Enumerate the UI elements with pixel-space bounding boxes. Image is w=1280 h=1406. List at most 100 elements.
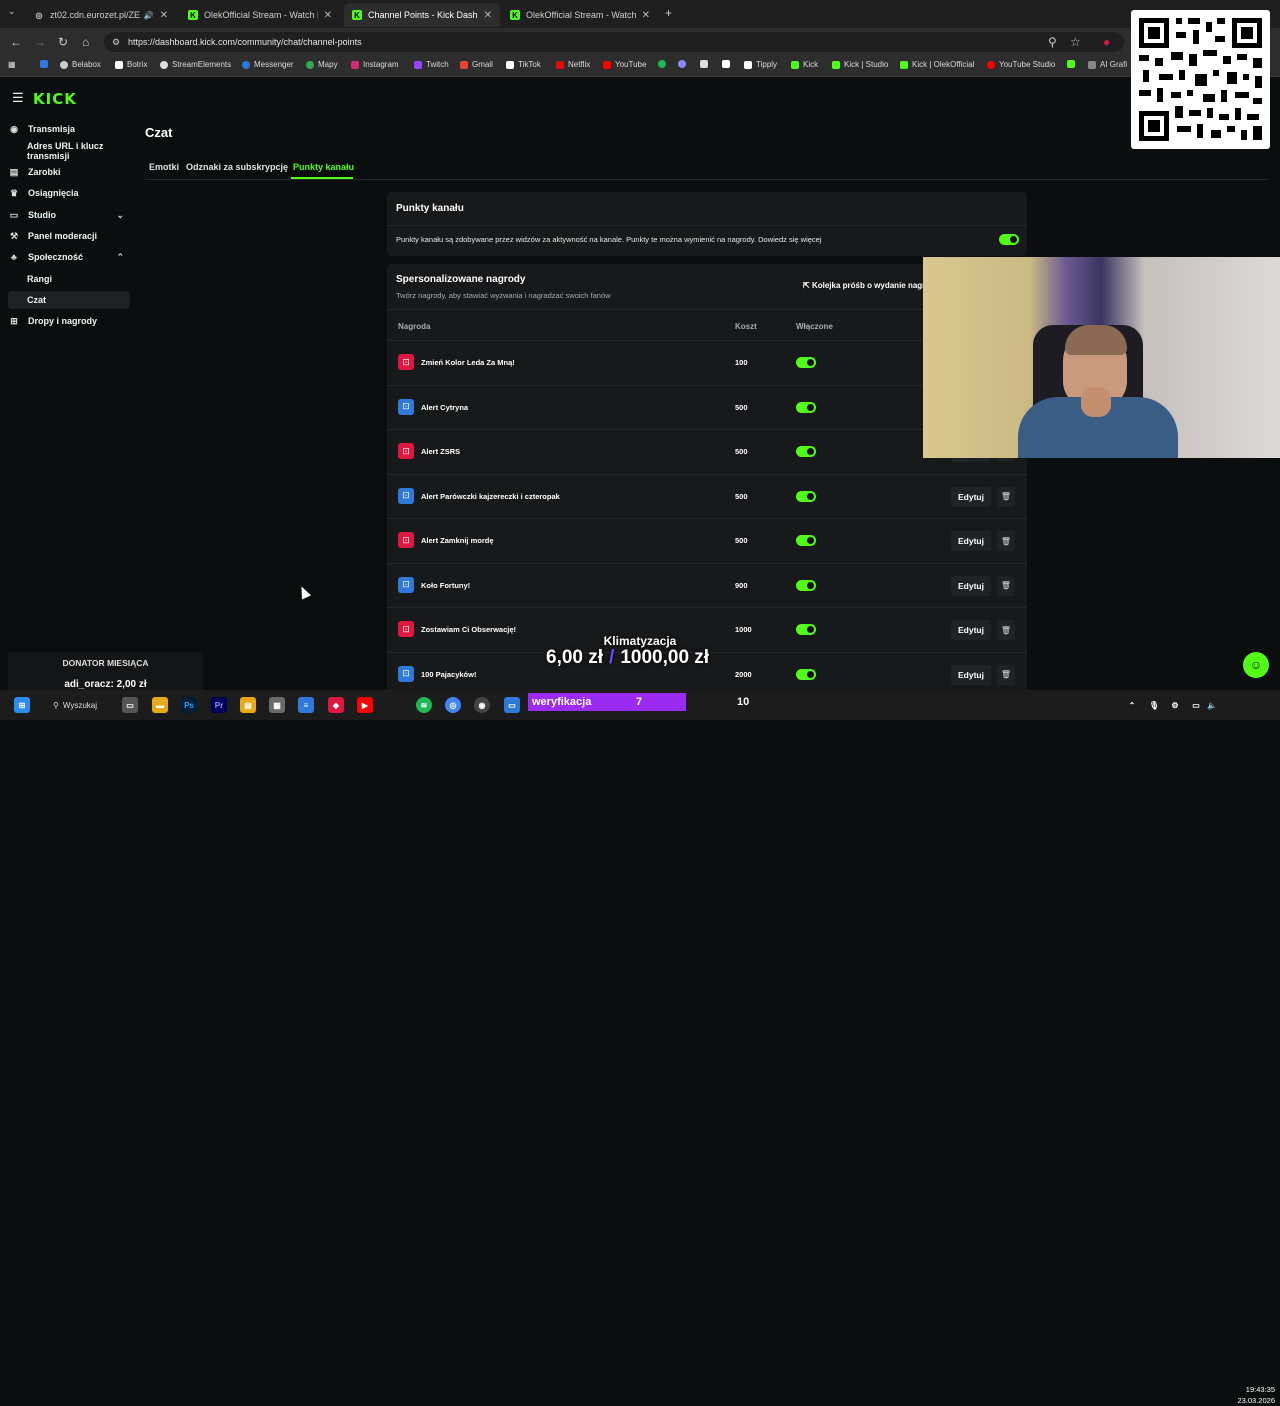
bookmark-kick-olekofficial[interactable]: Kick | OlekOfficial [900,60,974,69]
chrome-icon[interactable]: ◎ [445,697,461,713]
sidebar-item-osiagniecia[interactable]: ♛ Osiągnięcia [8,184,130,202]
reward-enabled-toggle[interactable] [796,535,816,546]
youtube-icon[interactable]: ▶ [357,697,373,713]
trash-icon[interactable]: 🗑 [997,575,1015,596]
edit-reward-button[interactable]: Edytuj [951,664,991,685]
bookmark-x[interactable] [722,60,734,68]
zoom-icon[interactable]: ⚲ [1048,35,1057,49]
edit-reward-button[interactable]: Edytuj [951,575,991,596]
microphone-icon[interactable]: 🎙 [1147,697,1161,713]
apps-grid-icon[interactable]: ▦ [8,60,16,69]
windows-start-icon[interactable]: ⊞ [14,697,30,713]
taskview-icon[interactable]: ▭ [122,697,138,713]
app-icon[interactable]: ◆ [328,697,344,713]
explorer-icon[interactable]: ▤ [240,697,256,713]
browser-tab-2[interactable]: K OlekOfficial Stream - Watch Live ✕ [180,3,340,27]
speaker-icon[interactable]: 🔊 [144,11,154,20]
sidebar-item-dropy[interactable]: ⊞ Dropy i nagrody [8,312,130,330]
reward-enabled-toggle[interactable] [796,579,816,591]
bookmark-anchor[interactable] [700,60,712,68]
close-tab-icon[interactable]: ✕ [484,10,492,21]
spotify-icon[interactable]: ≋ [416,697,432,713]
calculator-icon[interactable]: ▦ [269,697,285,713]
channel-points-toggle[interactable] [999,234,1019,245]
reward-enabled-toggle[interactable] [796,357,816,368]
bookmark-youtube-studio[interactable]: YouTube Studio [987,60,1055,69]
bookmark-instagram[interactable]: Instagram [351,60,399,69]
photoshop-icon[interactable]: Ps [181,697,197,713]
close-tab-icon[interactable]: ✕ [324,10,332,21]
bookmark-tiktok[interactable]: TikTok [506,60,541,69]
obs-icon[interactable]: ◉ [474,697,490,713]
edit-reward-button[interactable]: Edytuj [951,486,991,507]
bookmark-ai-grafi[interactable]: AI Grafi [1088,60,1127,69]
edit-reward-button[interactable]: Edytuj [951,531,991,551]
bookmark-netflix[interactable]: Netflix [556,60,590,69]
bookmark-streamelements[interactable]: StreamElements [160,60,231,69]
bookmark-twitch[interactable]: Twitch [414,60,449,69]
sidebar-item-panel-moderacji[interactable]: ⚒ Panel moderacji [8,227,130,245]
sidebar-item-spolecznosc[interactable]: ♣ Społeczność ⌃ [8,248,130,266]
sidebar-item-czat[interactable]: Czat [8,291,130,309]
premiere-icon[interactable]: Pr [211,697,227,713]
sidebar-item-studio[interactable]: ▭ Studio ⌄ [8,206,130,224]
edit-reward-button[interactable]: Edytuj [951,620,991,640]
bookmark-gmail[interactable]: Gmail [460,60,493,69]
window-icon[interactable]: ▭ [504,697,520,713]
menu-icon[interactable]: ☰ [12,90,24,106]
tray-chevron-icon[interactable]: ⌃ [1125,697,1139,713]
chat-support-button[interactable]: ☺ [1243,652,1269,678]
extension-icon[interactable]: ● [1103,35,1110,49]
close-tab-icon[interactable]: ✕ [642,10,650,21]
trash-icon[interactable]: 🗑 [997,664,1015,685]
back-icon[interactable]: ← [10,35,22,49]
notes-icon[interactable]: ≡ [298,697,314,713]
reward-enabled-toggle[interactable] [796,446,816,457]
tab-punkty-kanalu[interactable]: Punkty kanału [293,162,354,172]
monitor-icon[interactable]: ▭ [1189,697,1203,713]
bookmark-ext[interactable] [678,60,690,68]
taskbar-clock[interactable]: 19:43:35 23.03.2026 [1225,1384,1275,1406]
bookmark-belabox[interactable]: Belabox [60,60,101,69]
forward-icon[interactable]: → [34,35,46,49]
trash-icon[interactable]: 🗑 [997,531,1015,551]
bookmark-kick-studio[interactable]: Kick | Studio [832,60,888,69]
reward-queue-button[interactable]: ⇱ Kolejka próśb o wydanie nagr [803,281,925,290]
bookmark-mapy[interactable]: Mapy [306,60,338,69]
sidebar-item-stream-key[interactable]: Adres URL i klucz transmisji [8,141,130,161]
reload-icon[interactable]: ↻ [58,35,68,49]
bookmark-star-icon[interactable]: ☆ [1070,35,1081,49]
tab-search-chevron-icon[interactable]: ⌄ [8,6,16,17]
trash-icon[interactable]: 🗑 [997,486,1015,507]
bookmark-botrix[interactable]: Botrix [115,60,147,69]
bookmark-kick-2[interactable] [1067,60,1079,68]
url-input[interactable]: ⚙ https://dashboard.kick.com/community/c… [104,32,1124,52]
tab-emotki[interactable]: Emotki [149,162,179,172]
kick-logo[interactable]: KICK [33,90,77,108]
folder-icon[interactable]: ▬ [152,697,168,713]
bookmark-youtube[interactable]: YouTube [603,60,646,69]
trash-icon[interactable]: 🗑 [997,620,1015,640]
sidebar-item-rangi[interactable]: Rangi [8,270,130,288]
site-info-icon[interactable]: ⚙ [112,37,120,48]
new-tab-icon[interactable]: + [665,6,672,20]
bookmark-pen[interactable] [40,60,52,68]
taskbar-search[interactable]: ⚲ Wyszukaj [45,696,115,714]
reward-enabled-toggle[interactable] [796,624,816,635]
bookmark-kick[interactable]: Kick [791,60,818,69]
sidebar-item-transmisja[interactable]: ◉ Transmisja [8,120,130,138]
browser-tab-1[interactable]: ◎ zt02.cdn.eurozet.pl/ZETPAR 🔊 ✕ [26,3,176,27]
tab-odznaki[interactable]: Odznaki za subskrypcję [186,162,288,172]
bookmark-tipply[interactable]: Tipply [744,60,777,69]
browser-tab-3[interactable]: K Channel Points - Kick Dashboard ✕ [344,3,500,27]
volume-icon[interactable]: 🔈 [1205,697,1219,713]
reward-enabled-toggle[interactable] [796,490,816,502]
browser-tab-4[interactable]: K OlekOfficial Stream - Watch Live ✕ [502,3,658,27]
home-icon[interactable]: ⌂ [82,35,89,49]
bookmark-spotify[interactable] [658,60,670,68]
settings-icon[interactable]: ⚙ [1168,697,1182,713]
bookmark-messenger[interactable]: Messenger [242,60,294,69]
reward-enabled-toggle[interactable] [796,668,816,680]
sidebar-item-zarobki[interactable]: ▤ Zarobki [8,163,130,181]
close-tab-icon[interactable]: ✕ [160,10,168,21]
